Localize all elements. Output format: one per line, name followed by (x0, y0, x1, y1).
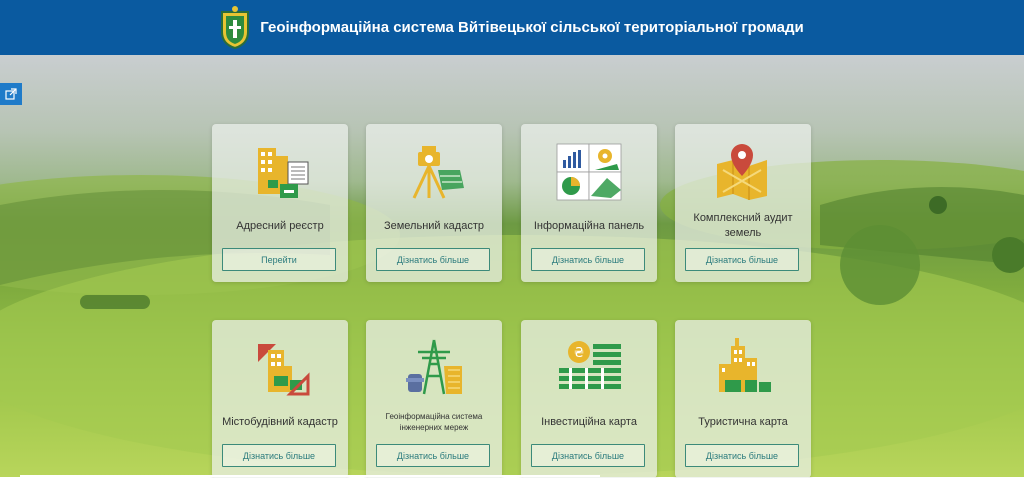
card-address-registry[interactable]: Адресний реєстр Перейти (212, 124, 348, 282)
information-panel-icon (556, 143, 622, 201)
address-registry-icon (258, 148, 309, 198)
tourist-map-icon (719, 338, 771, 392)
card-label: Адресний реєстр (236, 219, 324, 232)
svg-text:₴: ₴ (574, 346, 584, 361)
card-label: Комплексний аудит земель (693, 212, 793, 239)
learn-more-button[interactable]: Дізнатись більше (222, 444, 336, 467)
card-label: Земельний кадастр (383, 219, 484, 232)
learn-more-button[interactable]: Дізнатись більше (531, 444, 645, 467)
card-land-audit[interactable]: Комплексний аудит земель Дізнатись більш… (675, 124, 811, 282)
card-label: Інформаційна панель (533, 219, 645, 232)
investment-map-icon: ₴ (559, 341, 621, 389)
landscape-illustration (0, 160, 1024, 475)
card-tourist-map[interactable]: Туристична карта Дізнатись більше (675, 320, 811, 478)
card-label: Геоінформаційна система інженерних мереж (385, 412, 483, 432)
card-information-panel[interactable]: Інформаційна панель Дізнатись більше (521, 124, 657, 282)
coat-of-arms-logo (221, 5, 250, 49)
land-cadastre-icon (412, 146, 464, 199)
external-link-icon (5, 88, 17, 100)
go-button[interactable]: Перейти (222, 248, 336, 271)
landscape-background (0, 55, 1024, 477)
land-audit-icon (717, 144, 767, 200)
learn-more-button[interactable]: Дізнатись більше (376, 444, 490, 467)
card-investment-map[interactable]: ₴ Інвестиційна карта Дізнатись більше (521, 320, 657, 478)
card-label: Туристична карта (698, 415, 788, 428)
page-title: Геоінформаційна система Вйтівецької сіль… (260, 19, 804, 36)
card-engineering-networks[interactable]: Геоінформаційна система інженерних мереж… (366, 320, 502, 478)
urban-cadastre-icon (258, 344, 310, 396)
card-label: Інвестиційна карта (541, 415, 637, 428)
card-urban-cadastre[interactable]: Містобудівний кадастр Дізнатись більше (212, 320, 348, 478)
header-bar: Геоінформаційна система Вйтівецької сіль… (0, 0, 1024, 55)
engineering-networks-icon (406, 339, 462, 395)
card-label: Містобудівний кадастр (222, 415, 338, 428)
learn-more-button[interactable]: Дізнатись більше (685, 444, 799, 467)
external-link-button[interactable] (0, 83, 22, 105)
learn-more-button[interactable]: Дізнатись більше (376, 248, 490, 271)
learn-more-button[interactable]: Дізнатись більше (531, 248, 645, 271)
card-land-cadastre[interactable]: Земельний кадастр Дізнатись більше (366, 124, 502, 282)
learn-more-button[interactable]: Дізнатись більше (685, 248, 799, 271)
